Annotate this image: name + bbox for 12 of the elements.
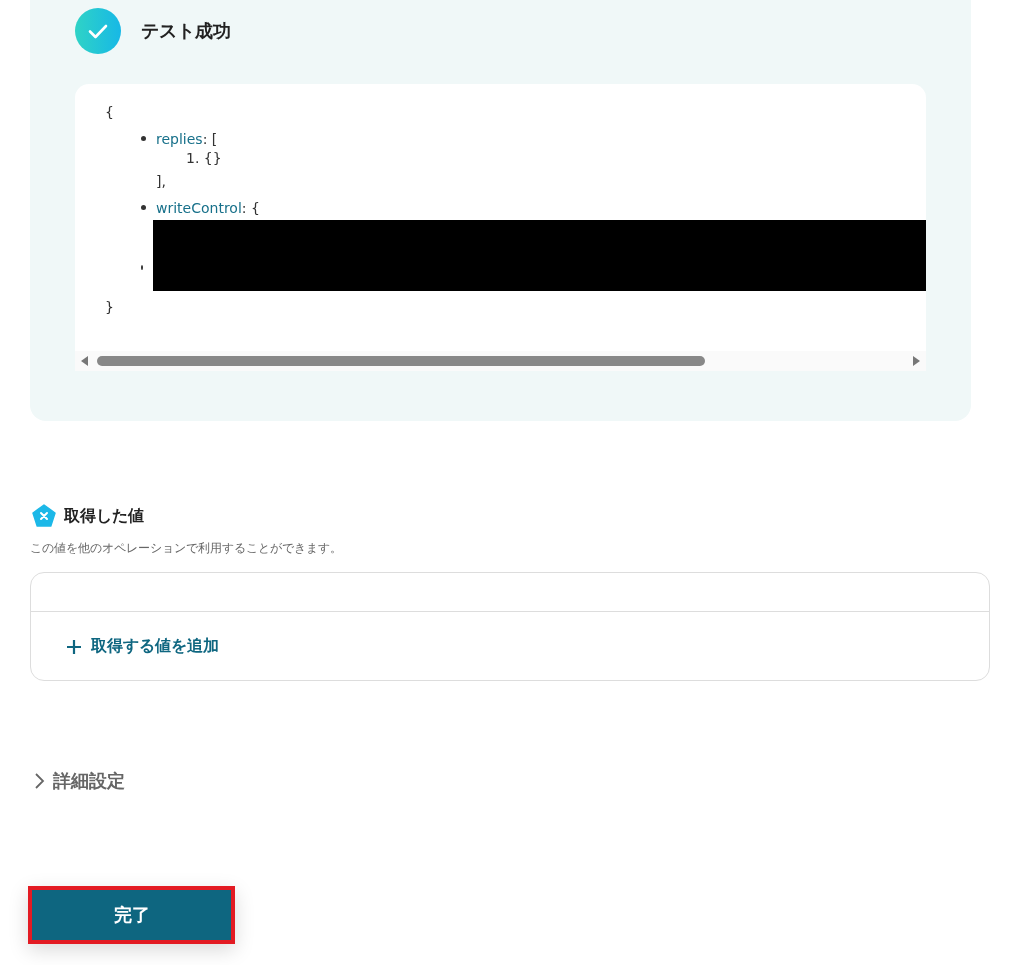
code-text: {: [105, 104, 115, 122]
code-text: writeControl: {: [156, 199, 260, 216]
done-button[interactable]: 完了: [32, 890, 231, 940]
section-title: 取得した値: [64, 505, 144, 527]
code-text: replies: [: [156, 130, 218, 147]
add-value-button[interactable]: 取得する値を追加: [66, 636, 219, 657]
result-title: テスト成功: [141, 19, 231, 43]
section-description: この値を他のオペレーションで利用することができます。: [30, 541, 343, 556]
code-text: 1. {}: [186, 150, 222, 166]
code-text: }: [105, 299, 115, 317]
code-text: ],: [156, 173, 166, 189]
advanced-settings-toggle[interactable]: 詳細設定: [33, 769, 125, 793]
